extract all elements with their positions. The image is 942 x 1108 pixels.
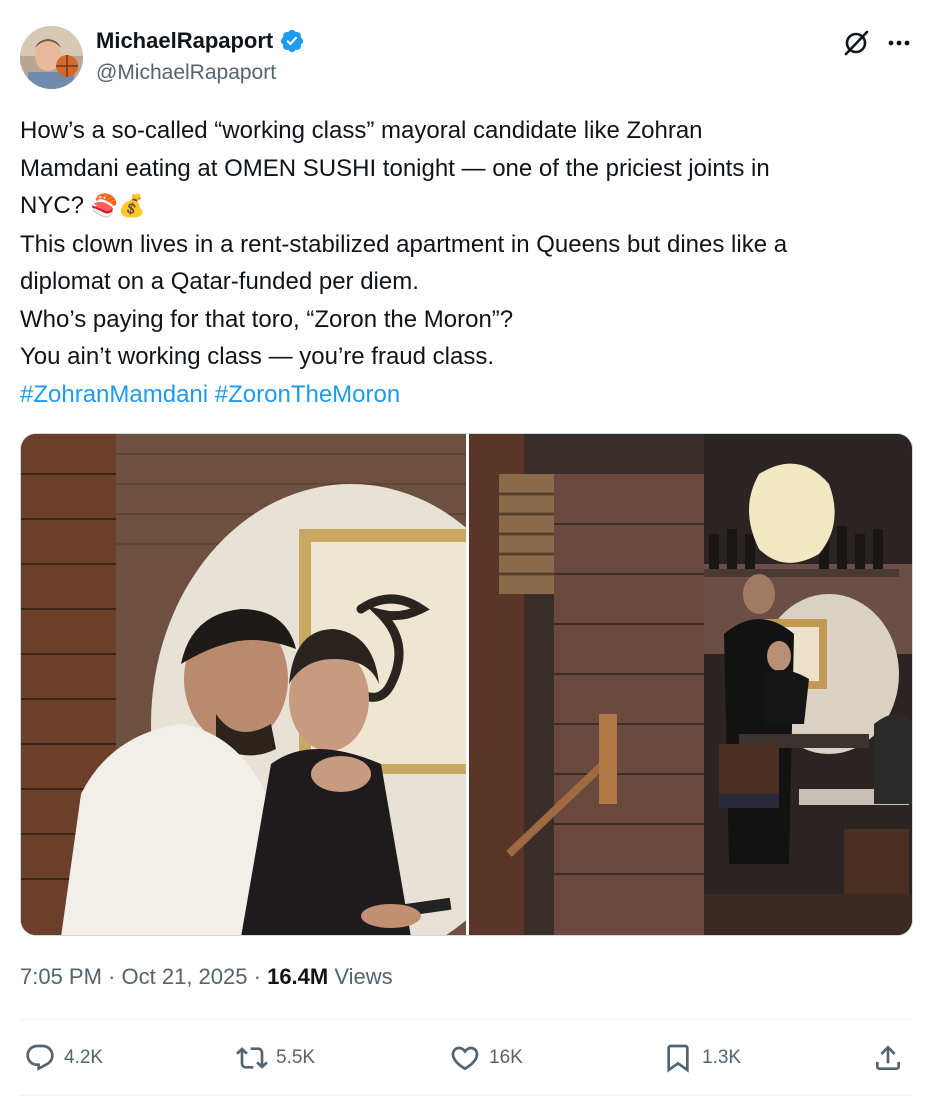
- author-name[interactable]: MichaelRapaport: [96, 28, 305, 54]
- tweet-line-text: NYC?: [20, 192, 85, 219]
- reply-icon: [26, 1044, 54, 1071]
- tweet-line: diplomat on a Qatar-funded per diem.: [20, 268, 419, 295]
- views-label: Views: [334, 964, 393, 989]
- hashtag-line: #ZohranMamdani #ZoronTheMoron: [20, 376, 920, 414]
- repost-icon: [236, 1047, 268, 1069]
- tweet-line: How’s a so-called “working class” mayora…: [20, 117, 703, 144]
- tweet-meta: 7:05 PM · Oct 21, 2025 · 16.4M Views: [20, 964, 393, 990]
- views-count: 16.4M: [267, 964, 329, 989]
- tweet-line: Mamdani eating at OMEN SUSHI tonight — o…: [20, 154, 770, 182]
- share-button[interactable]: [872, 1040, 904, 1076]
- reply-count: 4.2K: [64, 1047, 104, 1068]
- tweet-media: [20, 433, 913, 936]
- tweet-time[interactable]: 7:05 PM: [20, 964, 102, 989]
- tweet-line: NYC? 🍣💰: [20, 187, 920, 226]
- photo-restaurant-interior[interactable]: [469, 434, 912, 935]
- bookmark-count: 1.3K: [702, 1047, 742, 1068]
- repost-button[interactable]: 5.5K: [236, 1040, 315, 1076]
- author-avatar[interactable]: [20, 26, 83, 89]
- divider: [20, 1095, 913, 1096]
- separator-dot: ·: [253, 964, 268, 989]
- tweet-text: How’s a so-called “working class” mayora…: [20, 112, 920, 413]
- like-button[interactable]: 16K: [449, 1040, 523, 1076]
- bookmark-button[interactable]: 1.3K: [662, 1040, 741, 1076]
- verified-badge-icon[interactable]: [279, 28, 305, 54]
- share-icon: [876, 1045, 900, 1070]
- separator-dot: ·: [108, 964, 122, 989]
- like-count: 16K: [489, 1047, 523, 1068]
- divider: [20, 1019, 913, 1020]
- hashtag-link[interactable]: #ZoronTheMoron: [215, 381, 400, 408]
- heart-icon: [451, 1046, 479, 1071]
- more-options-icon[interactable]: [884, 28, 914, 58]
- reply-button[interactable]: 4.2K: [24, 1040, 103, 1076]
- tweet-line: Who’s paying for that toro, “Zoron the M…: [20, 305, 514, 333]
- bookmark-icon: [667, 1044, 689, 1073]
- photo-couple-at-table[interactable]: [21, 434, 466, 935]
- tweet-line: This clown lives in a rent-stabilized ap…: [20, 230, 788, 258]
- repost-count: 5.5K: [276, 1047, 316, 1068]
- hashtag-link[interactable]: #ZohranMamdani: [20, 381, 208, 408]
- money-bag-emoji-icon: 💰: [118, 194, 146, 219]
- author-display-name[interactable]: MichaelRapaport: [96, 28, 273, 54]
- sushi-emoji-icon: 🍣: [90, 194, 119, 219]
- tweet-date[interactable]: Oct 21, 2025: [122, 964, 248, 989]
- tweet-line: You ain’t working class — you’re fraud c…: [20, 343, 494, 370]
- grok-icon[interactable]: [842, 29, 870, 57]
- author-handle[interactable]: @MichaelRapaport: [96, 61, 276, 85]
